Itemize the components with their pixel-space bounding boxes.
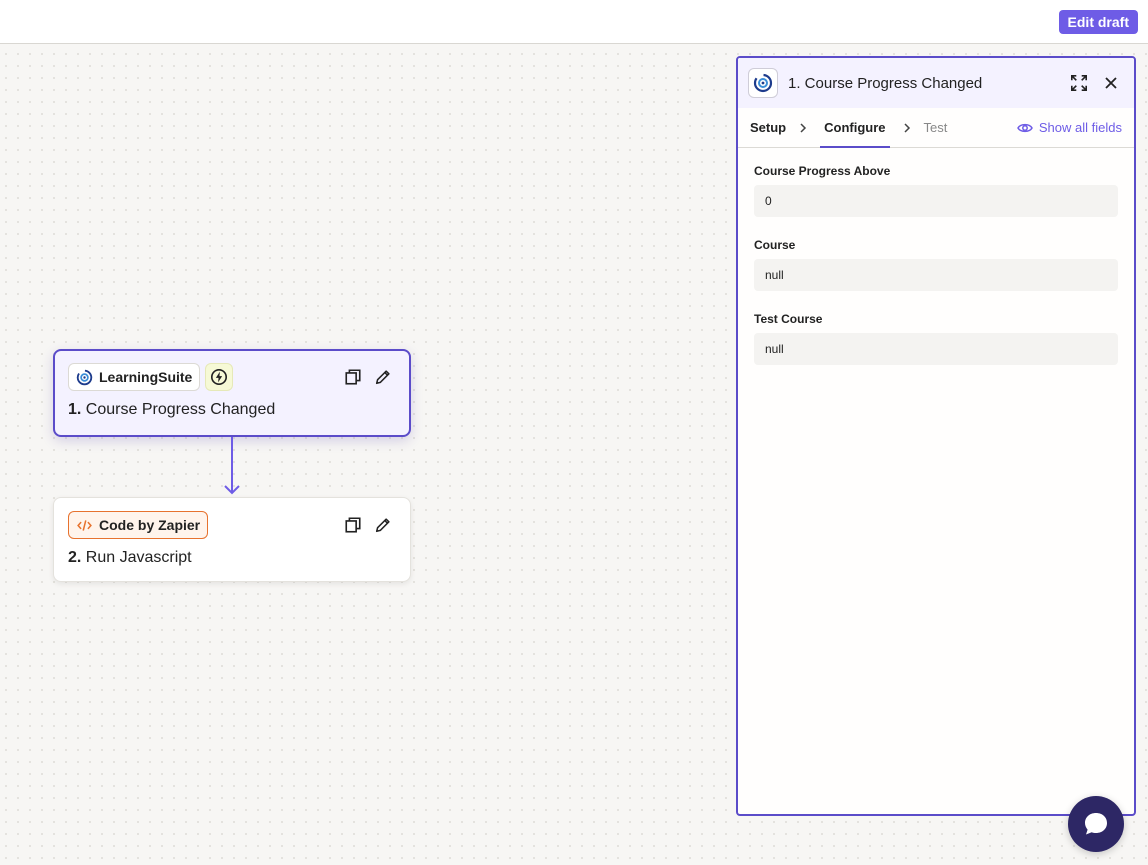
app-name: LearningSuite [99, 369, 193, 385]
panel-app-logo [748, 68, 778, 98]
step-card-header: LearningSuite [68, 363, 396, 391]
field-value[interactable]: null [754, 333, 1118, 365]
field-course: Course null [754, 238, 1118, 291]
duplicate-icon[interactable] [344, 516, 362, 534]
edit-pencil-icon[interactable] [374, 368, 392, 386]
field-label: Course [754, 238, 796, 252]
field-value[interactable]: null [754, 259, 1118, 291]
field-test-course: Test Course null [754, 312, 1118, 365]
eye-icon [1017, 123, 1033, 132]
step-editor-panel: 1. Course Progress Changed Setup Configu… [736, 56, 1136, 816]
step-card-2[interactable]: Code by Zapier 2. Run Javascript [53, 497, 411, 582]
step-card-actions [344, 368, 392, 386]
trigger-badge [205, 363, 234, 391]
tab-setup[interactable]: Setup [750, 108, 786, 148]
learningsuite-logo-icon [76, 369, 93, 385]
app-name: Code by Zapier [99, 517, 201, 533]
chevron-right-icon [902, 122, 912, 134]
app-badge-learningsuite: LearningSuite [68, 363, 201, 391]
chevron-right-icon [798, 122, 808, 134]
panel-title: 1. Course Progress Changed [788, 74, 983, 92]
step-number: 2. [68, 549, 82, 566]
step-card-actions [344, 516, 392, 534]
learningsuite-logo-icon [753, 73, 773, 93]
chat-support-button[interactable] [1068, 796, 1124, 852]
field-course-progress-above: Course Progress Above 0 [754, 164, 1118, 217]
step-card-header: Code by Zapier [68, 511, 396, 539]
step-title: 1. Course Progress Changed [68, 401, 396, 419]
panel-tabs: Setup Configure Test Show all fields [738, 108, 1134, 148]
field-value[interactable]: 0 [754, 185, 1118, 217]
chat-bubble-icon [1085, 813, 1107, 835]
edit-pencil-icon[interactable] [374, 516, 392, 534]
panel-header: 1. Course Progress Changed [738, 58, 1134, 108]
connector-arrow-icon [224, 485, 240, 495]
expand-icon[interactable] [1070, 74, 1088, 92]
field-label: Course Progress Above [754, 164, 891, 178]
step-title: 2. Run Javascript [68, 549, 396, 567]
code-icon [77, 519, 92, 531]
panel-header-actions [1070, 74, 1120, 92]
app-badge-code-by-zapier: Code by Zapier [68, 511, 209, 539]
field-label: Test Course [754, 312, 823, 326]
tab-configure[interactable]: Configure [820, 108, 890, 148]
show-all-fields-button[interactable]: Show all fields [1017, 120, 1122, 135]
top-bar: Edit draft [0, 0, 1148, 44]
step-card-1[interactable]: LearningSuite 1. Course Progress Changed [53, 349, 411, 437]
step-number: 1. [68, 401, 82, 418]
lightning-bolt-icon [211, 368, 228, 386]
step-title-text: Run Javascript [85, 549, 192, 566]
close-icon[interactable] [1102, 74, 1120, 92]
tab-test[interactable]: Test [924, 108, 948, 148]
show-all-fields-label: Show all fields [1038, 120, 1122, 135]
edit-draft-button[interactable]: Edit draft [1058, 10, 1138, 34]
step-title-text: Course Progress Changed [85, 401, 276, 418]
configure-fields: Course Progress Above 0 Course null Test… [738, 148, 1134, 365]
duplicate-icon[interactable] [344, 368, 362, 386]
